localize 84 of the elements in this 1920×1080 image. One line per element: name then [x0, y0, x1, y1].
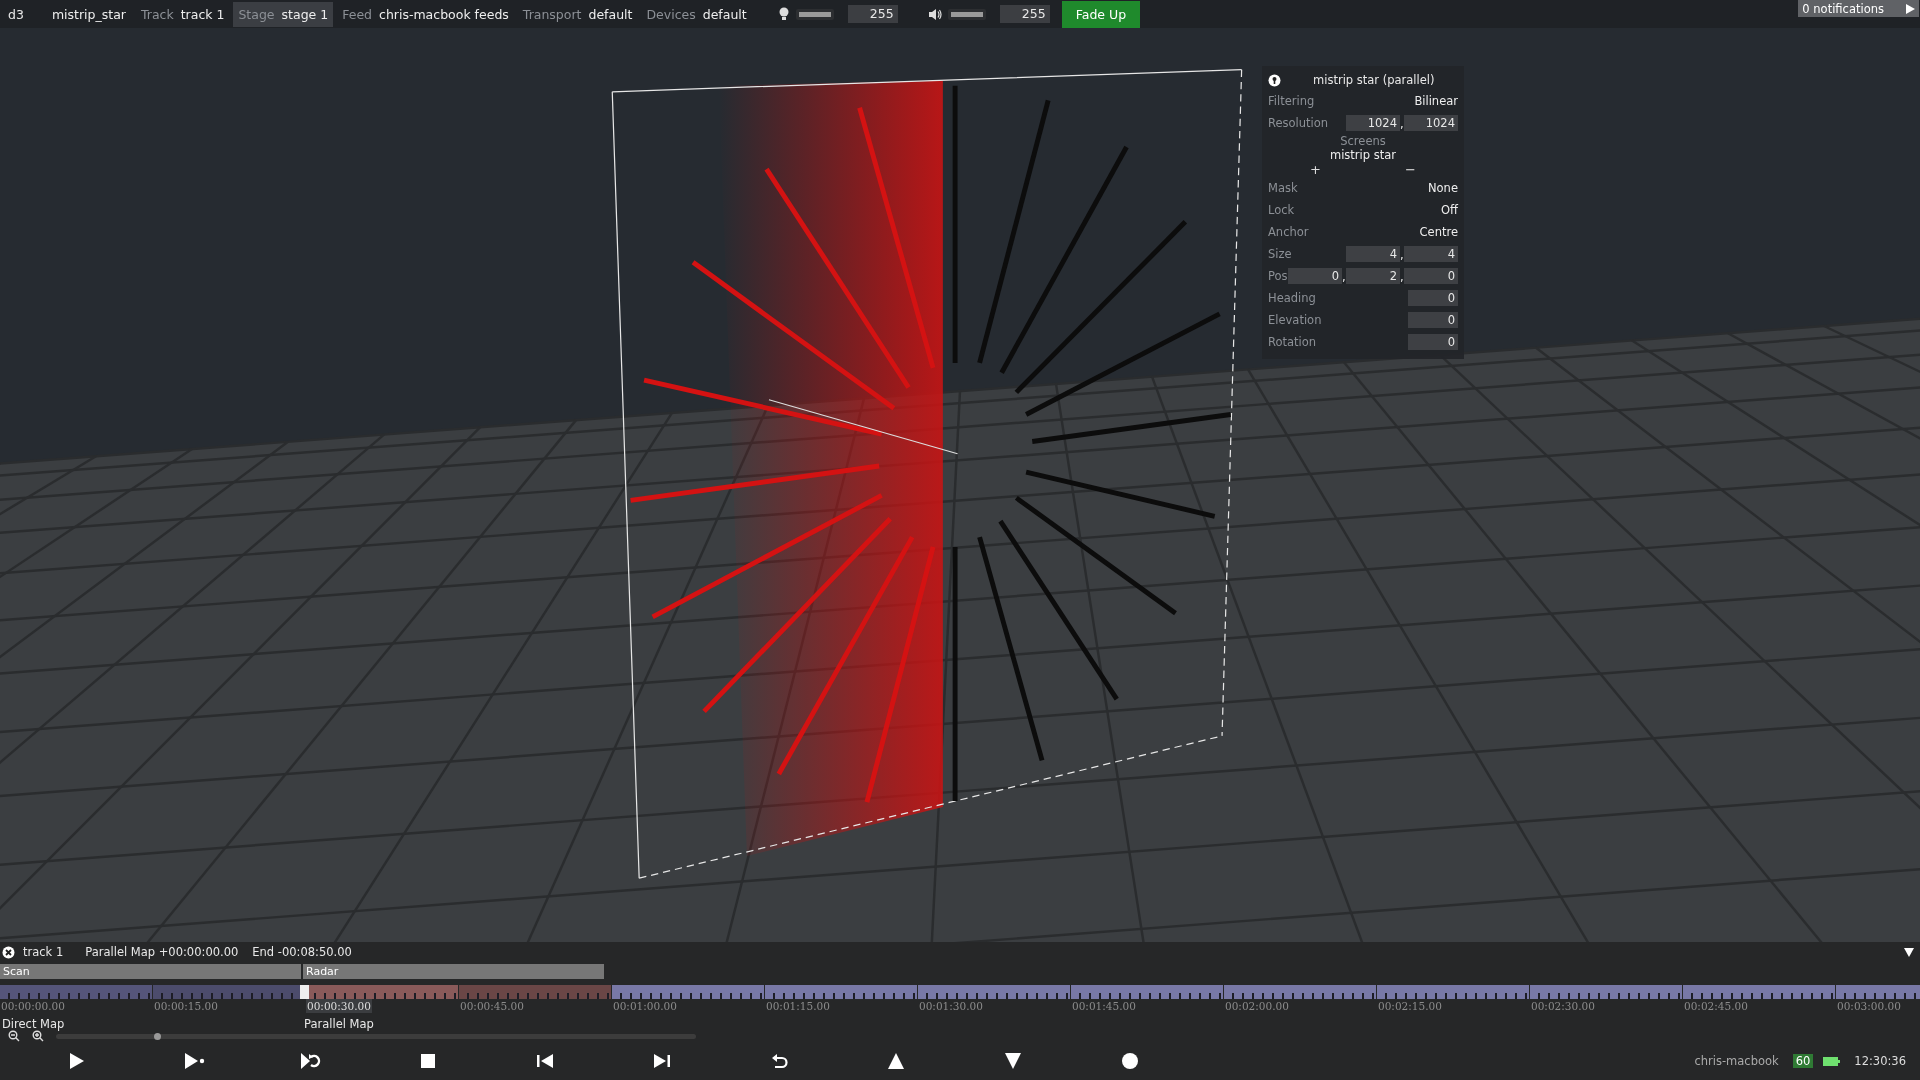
property-value[interactable]: Off — [1441, 203, 1458, 217]
time-label: 00:03:00.00 — [1836, 999, 1902, 1013]
number-field[interactable]: 1024 — [1404, 115, 1458, 131]
end-readout: End -00:08:50.00 — [252, 945, 352, 959]
separator: , — [1400, 270, 1404, 284]
zoom-in-icon[interactable] — [32, 1030, 44, 1042]
property-label: Anchor — [1268, 225, 1309, 239]
machine-name: chris-macbook — [1694, 1054, 1779, 1068]
app-name: d3 — [8, 6, 24, 22]
time-label: 00:00:45.00 — [459, 999, 525, 1013]
lightbulb-icon — [777, 7, 790, 21]
down-button[interactable] — [1002, 1052, 1024, 1070]
prev-button[interactable] — [534, 1052, 556, 1070]
number-field[interactable]: 0 — [1408, 334, 1458, 350]
top-menu-item[interactable]: Track track 1 — [135, 1, 230, 27]
property-value[interactable]: Bilinear — [1414, 94, 1458, 108]
separator: , — [1400, 248, 1404, 262]
track-name: track 1 — [23, 945, 64, 959]
time-label: 00:01:00.00 — [612, 999, 678, 1013]
clock: 12:30:36 — [1854, 1054, 1906, 1068]
separator: , — [1400, 117, 1404, 131]
time-label: 00:01:30.00 — [918, 999, 984, 1013]
top-menu-item[interactable]: Stage stage 1 — [233, 1, 334, 27]
section-heading: Screens — [1340, 134, 1386, 148]
layer-name: Parallel Map — [303, 1017, 375, 1030]
separator: , — [1342, 270, 1346, 284]
property-label: Resolution — [1268, 116, 1329, 130]
property-label: Rotation — [1268, 335, 1317, 349]
property-label: Filtering — [1268, 94, 1315, 108]
property-label: Mask — [1268, 181, 1298, 195]
property-value[interactable]: Centre — [1419, 225, 1458, 239]
scrollbar-thumb[interactable] — [154, 1032, 161, 1040]
top-menu-item[interactable]: Transport default — [517, 1, 638, 27]
speaker-icon — [927, 7, 942, 21]
remove-button[interactable]: − — [1399, 162, 1422, 177]
position-readout: Parallel Map +00:00:00.00 — [85, 945, 239, 959]
section-bar[interactable]: Radar — [303, 964, 604, 979]
record-button[interactable] — [1119, 1052, 1141, 1070]
timeline-scrollbar[interactable] — [56, 1033, 696, 1039]
collapse-icon[interactable] — [1904, 947, 1914, 957]
property-label: Pos — [1268, 269, 1288, 283]
notifications-button[interactable]: 0 notifications — [1798, 0, 1919, 17]
time-label: 00:00:00.00 — [0, 999, 66, 1013]
number-field[interactable]: 0 — [1408, 312, 1458, 328]
time-label: 00:02:15.00 — [1377, 999, 1443, 1013]
property-label: Size — [1268, 247, 1292, 261]
number-field[interactable]: 1024 — [1346, 115, 1400, 131]
volume-field[interactable]: 255 — [999, 5, 1050, 23]
time-label: 00:01:45.00 — [1071, 999, 1137, 1013]
battery-icon — [1823, 1056, 1841, 1066]
fps-badge: 60 — [1792, 1054, 1814, 1068]
time-label: 00:01:15.00 — [765, 999, 831, 1013]
time-label: 00:00:30.00 — [306, 999, 372, 1013]
screen-list-item[interactable]: mistrip star — [1329, 148, 1397, 162]
time-label: 00:02:00.00 — [1224, 999, 1290, 1013]
property-value[interactable]: None — [1428, 181, 1458, 195]
fade-up-button[interactable]: Fade Up — [1061, 0, 1141, 28]
panel-title: mistrip star (parallel) — [1313, 73, 1435, 87]
up-button[interactable] — [885, 1052, 907, 1070]
time-label: 00:02:45.00 — [1683, 999, 1749, 1013]
number-field[interactable]: 0 — [1404, 268, 1458, 284]
play-next-button[interactable] — [183, 1052, 205, 1070]
loop-button[interactable] — [300, 1052, 322, 1070]
time-label: 00:02:30.00 — [1530, 999, 1596, 1013]
close-icon[interactable] — [2, 945, 15, 959]
project-name[interactable]: mistrip_star — [51, 6, 126, 22]
brightness-field[interactable]: 255 — [847, 5, 898, 23]
property-label: Lock — [1268, 203, 1295, 217]
top-menu-item[interactable]: Devices default — [641, 1, 752, 27]
play-icon — [1906, 3, 1915, 14]
number-field[interactable]: 4 — [1404, 246, 1458, 262]
section-bar[interactable]: Scan — [0, 964, 301, 979]
zoom-out-icon[interactable] — [8, 1030, 20, 1042]
number-field[interactable]: 4 — [1346, 246, 1400, 262]
property-label: Heading — [1268, 291, 1316, 305]
time-label: 00:00:15.00 — [153, 999, 219, 1013]
number-field[interactable]: 2 — [1346, 268, 1400, 284]
next-button[interactable] — [651, 1052, 673, 1070]
layer-name: Direct Map — [1, 1017, 66, 1030]
property-label: Elevation — [1268, 313, 1322, 327]
add-button[interactable]: + — [1304, 162, 1327, 177]
top-menu-item[interactable]: Feed chris-macbook feeds — [337, 1, 514, 27]
number-field[interactable]: 0 — [1288, 268, 1342, 284]
number-field[interactable]: 0 — [1408, 290, 1458, 306]
